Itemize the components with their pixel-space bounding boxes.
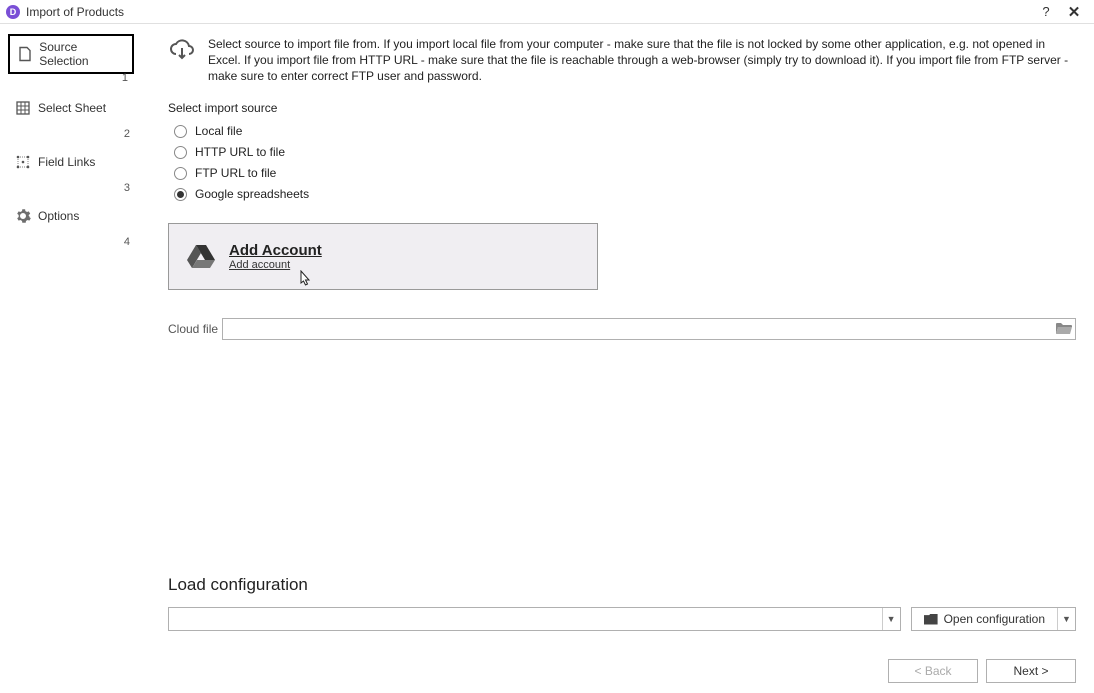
- help-button[interactable]: ?: [1032, 4, 1060, 19]
- radio-http-url[interactable]: HTTP URL to file: [174, 142, 1076, 163]
- configuration-combo[interactable]: ▼: [168, 607, 901, 631]
- titlebar: D Import of Products ? ✕: [0, 0, 1094, 24]
- cloud-file-label: Cloud file: [168, 322, 222, 336]
- add-account-subtitle: Add account: [229, 259, 322, 271]
- step-number: 2: [124, 128, 130, 140]
- radio-icon: [174, 167, 187, 180]
- google-drive-icon: [187, 243, 215, 269]
- grid-icon: [14, 99, 32, 117]
- step-number: 1: [122, 72, 128, 84]
- step-options[interactable]: Options 4: [8, 196, 134, 236]
- page-icon: [16, 45, 33, 63]
- window-title: Import of Products: [26, 5, 1032, 19]
- gear-icon: [14, 207, 32, 225]
- radio-local-file[interactable]: Local file: [174, 121, 1076, 142]
- radio-label: Local file: [195, 124, 242, 138]
- next-button[interactable]: Next >: [986, 659, 1076, 683]
- cloud-download-icon: [168, 36, 196, 64]
- open-configuration-button[interactable]: Open configuration ▼: [911, 607, 1076, 631]
- main-panel: Select source to import file from. If yo…: [140, 24, 1094, 693]
- step-label: Options: [38, 209, 79, 223]
- app-icon: D: [6, 5, 20, 19]
- chevron-down-icon[interactable]: ▼: [882, 608, 900, 630]
- radio-label: Google spreadsheets: [195, 187, 309, 201]
- back-label: < Back: [914, 664, 951, 678]
- step-label: Field Links: [38, 155, 95, 169]
- radio-label: FTP URL to file: [195, 166, 276, 180]
- step-label: Select Sheet: [38, 101, 106, 115]
- open-configuration-label: Open configuration: [944, 612, 1045, 626]
- add-account-title: Add Account: [229, 242, 322, 259]
- radio-label: HTTP URL to file: [195, 145, 285, 159]
- step-select-sheet[interactable]: Select Sheet 2: [8, 88, 134, 128]
- step-number: 4: [124, 236, 130, 248]
- wizard-sidebar: Source Selection 1 Select Sheet 2 Field …: [0, 24, 140, 693]
- step-source-selection[interactable]: Source Selection 1: [8, 34, 134, 74]
- cloud-file-input[interactable]: [222, 318, 1076, 340]
- source-radio-group: Local file HTTP URL to file FTP URL to f…: [174, 121, 1076, 205]
- step-number: 3: [124, 182, 130, 194]
- links-icon: [14, 153, 32, 171]
- folder-open-icon[interactable]: [1053, 319, 1075, 339]
- cursor-pointer-icon: [297, 270, 313, 288]
- radio-google-spreadsheets[interactable]: Google spreadsheets: [174, 184, 1076, 205]
- radio-icon: [174, 188, 187, 201]
- radio-icon: [174, 146, 187, 159]
- radio-icon: [174, 125, 187, 138]
- intro-text: Select source to import file from. If yo…: [208, 36, 1076, 85]
- add-account-box[interactable]: Add Account Add account: [168, 223, 598, 290]
- select-source-label: Select import source: [168, 101, 1076, 115]
- back-button: < Back: [888, 659, 978, 683]
- next-label: Next >: [1013, 664, 1048, 678]
- step-field-links[interactable]: Field Links 3: [8, 142, 134, 182]
- load-configuration-title: Load configuration: [168, 575, 1076, 595]
- folder-icon: [924, 614, 938, 625]
- close-button[interactable]: ✕: [1060, 3, 1088, 21]
- step-label: Source Selection: [39, 40, 126, 68]
- radio-ftp-url[interactable]: FTP URL to file: [174, 163, 1076, 184]
- chevron-down-icon[interactable]: ▼: [1057, 608, 1075, 630]
